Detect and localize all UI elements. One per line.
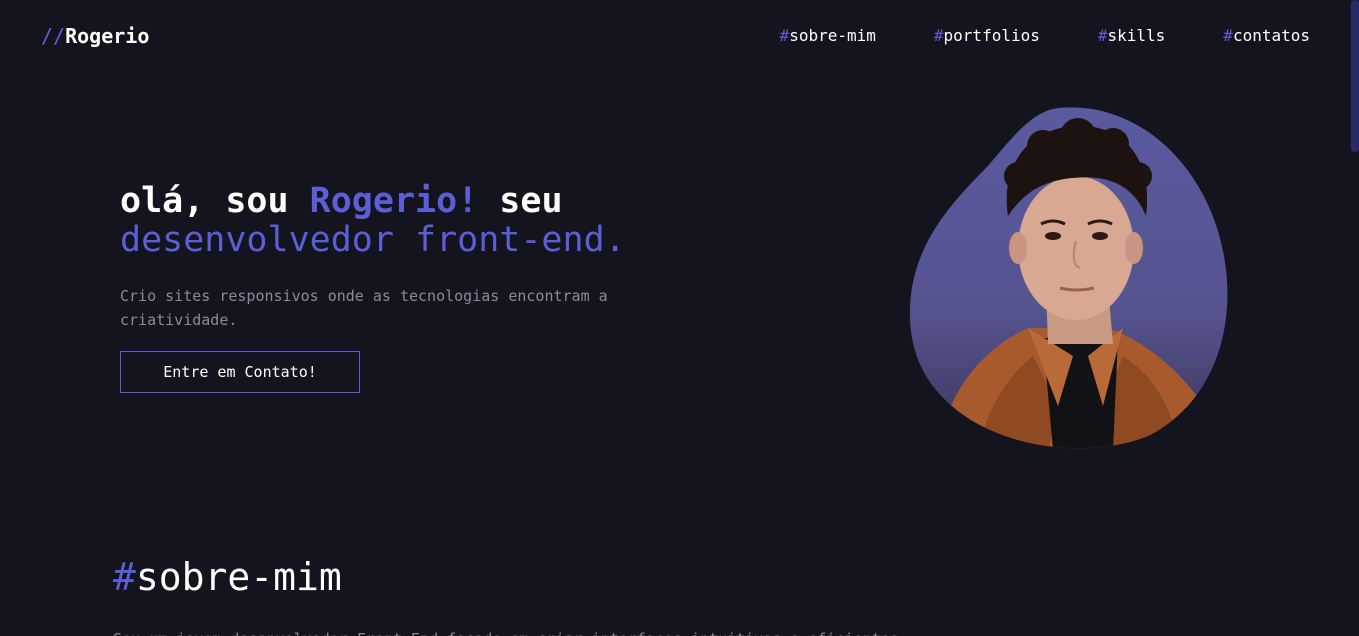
nav-hash: # — [779, 26, 790, 45]
logo[interactable]: //Rogerio — [41, 24, 149, 48]
nav-hash: # — [1223, 26, 1233, 45]
logo-name: Rogerio — [65, 24, 150, 48]
nav-link-contatos[interactable]: #contatos — [1223, 26, 1310, 45]
page: //Rogerio #sobre-mim #portfolios #skills… — [0, 0, 1359, 636]
section-title-sobre-mim: #sobre-mim — [113, 554, 342, 600]
nav-label: portfolios — [943, 26, 1040, 45]
main-nav: #sobre-mim #portfolios #skills #contatos — [780, 26, 1310, 45]
contact-button[interactable]: Entre em Contato! — [120, 351, 360, 393]
hero-title-name: Rogerio! — [309, 181, 479, 221]
section-hash: # — [113, 555, 136, 599]
nav-link-skills[interactable]: #skills — [1098, 26, 1165, 45]
hero-subtitle: Crio sites responsivos onde as tecnologi… — [120, 287, 608, 329]
hero-title-part2: seu — [478, 181, 563, 221]
logo-slashes: // — [41, 24, 66, 48]
nav-hash: # — [1097, 26, 1108, 45]
section-title-label: sobre-mim — [135, 555, 342, 599]
portrait-photo — [909, 107, 1228, 449]
hero-title-line2: desenvolvedor front-end. — [120, 220, 626, 260]
nav-link-portfolios[interactable]: #portfolios — [934, 26, 1040, 45]
nav-label: contatos — [1232, 26, 1310, 45]
nav-link-sobre-mim[interactable]: #sobre-mim — [780, 26, 876, 45]
about-text: Sou um jovem desenvolvedor Front-End foc… — [113, 627, 1093, 636]
nav-label: skills — [1107, 26, 1166, 45]
nav-hash: # — [933, 26, 944, 45]
scrollbar-thumb[interactable] — [1351, 0, 1359, 152]
nav-label: sobre-mim — [789, 26, 876, 45]
hero-title-part1: olá, sou — [120, 181, 310, 221]
hero-title: olá, sou Rogerio! seu desenvolvedor fron… — [120, 182, 626, 260]
header: //Rogerio #sobre-mim #portfolios #skills… — [0, 0, 1359, 72]
